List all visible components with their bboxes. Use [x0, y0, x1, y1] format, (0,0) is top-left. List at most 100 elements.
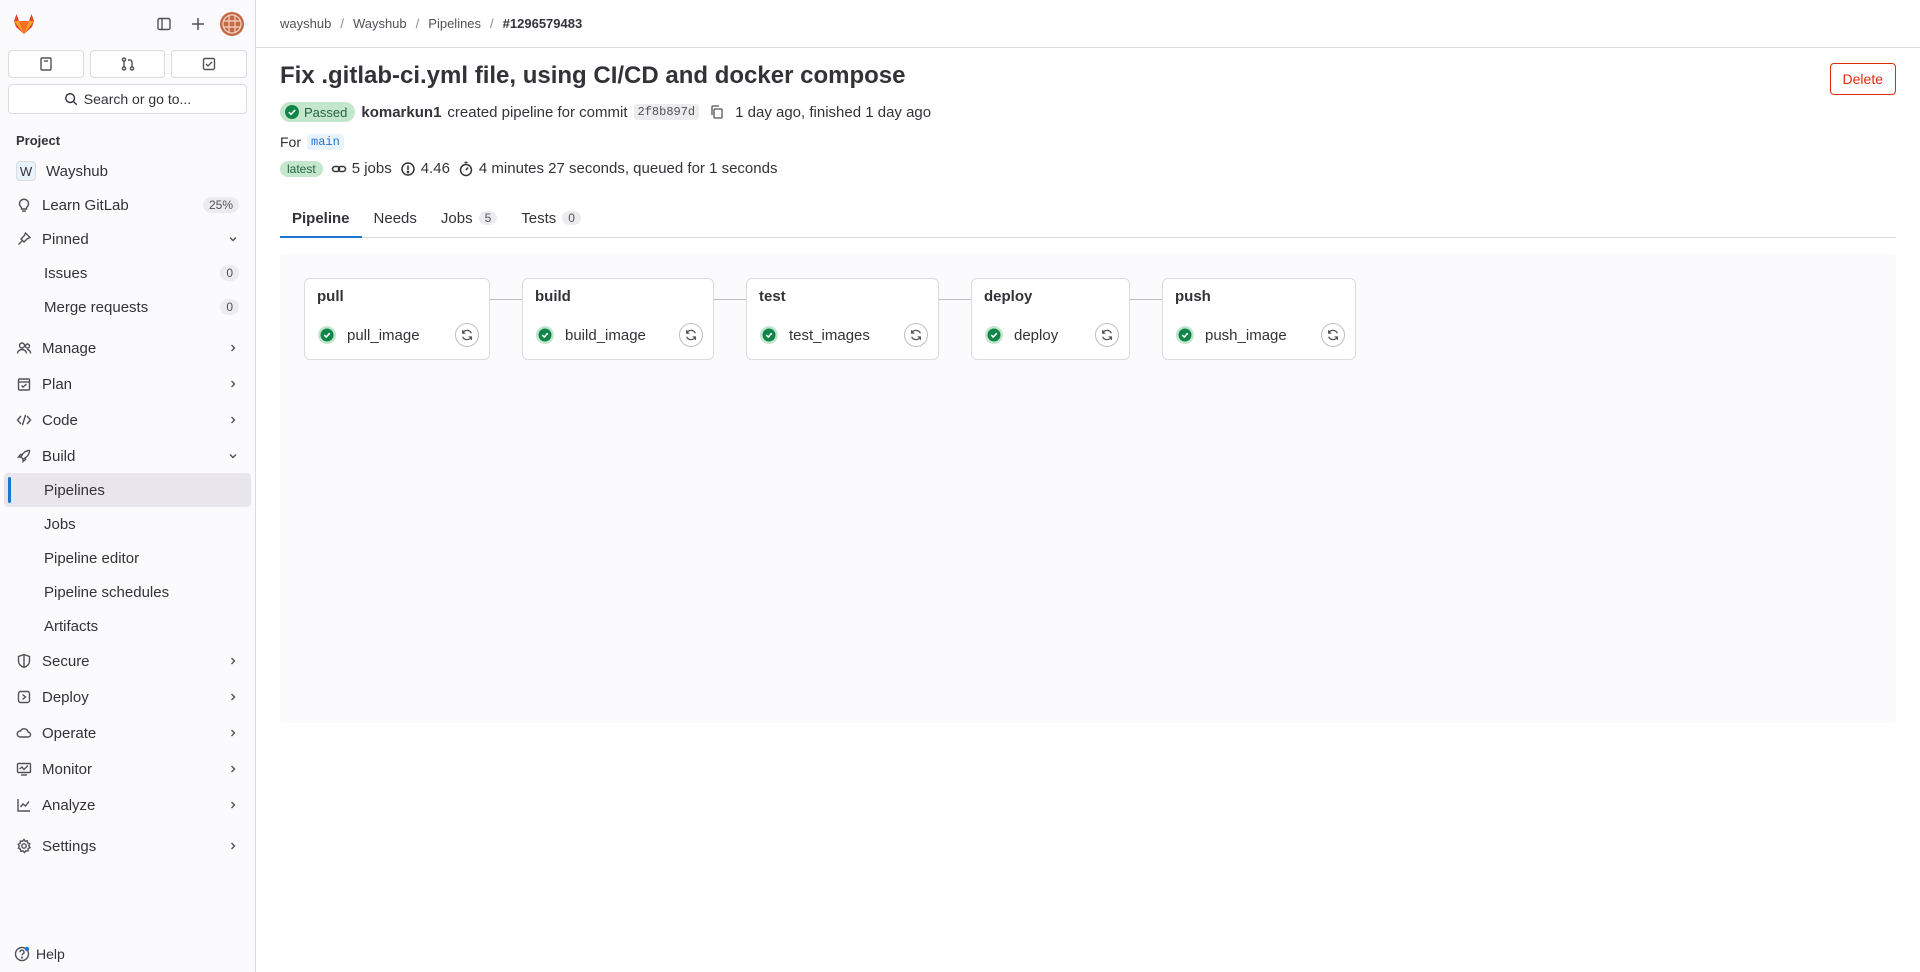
sidebar-item-label: Learn GitLab	[42, 196, 129, 214]
breadcrumb-pipelines[interactable]: Pipelines	[428, 16, 481, 31]
breadcrumb: wayshub / Wayshub / Pipelines / #1296579…	[256, 0, 1920, 48]
user-avatar[interactable]	[217, 9, 247, 39]
status-success-icon	[985, 326, 1003, 344]
compute-icon	[400, 161, 415, 176]
cloud-gear-icon	[16, 725, 32, 741]
retry-button[interactable]	[455, 323, 479, 347]
breadcrumb-project[interactable]: Wayshub	[353, 16, 407, 31]
commit-sha[interactable]: 2f8b897d	[633, 104, 700, 120]
stage-card: deploy deploy	[971, 278, 1130, 360]
issues-icon	[40, 57, 52, 71]
job-item[interactable]: test_images	[759, 323, 928, 347]
sidebar-item-wayshub[interactable]: W Wayshub	[4, 154, 251, 188]
sidebar-item-label: Build	[42, 447, 76, 465]
retry-icon	[1102, 329, 1112, 341]
sidebar: Search or go to... Project W Wayshub Lea…	[0, 0, 256, 972]
tab-label: Pipeline	[292, 209, 350, 227]
monitor-icon	[16, 761, 32, 777]
chart-icon	[16, 797, 32, 813]
sidebar-item-issues[interactable]: Issues 0	[4, 256, 251, 290]
tab-needs[interactable]: Needs	[362, 199, 429, 237]
sidebar-item-secure[interactable]: Secure	[4, 644, 251, 678]
sidebar-item-label: Issues	[44, 264, 88, 282]
sidebar-item-build[interactable]: Build	[4, 439, 251, 473]
todos-button[interactable]	[171, 50, 248, 78]
sidebar-item-pinned[interactable]: Pinned	[4, 222, 251, 256]
help-button[interactable]: Help	[14, 946, 65, 962]
jobs-count: 5 jobs	[351, 160, 392, 177]
chevron-right-icon	[231, 801, 236, 809]
sidebar-item-label: Plan	[42, 375, 73, 393]
author-link[interactable]: komarkun1	[361, 104, 441, 121]
breadcrumb-group[interactable]: wayshub	[280, 16, 331, 31]
sidebar-item-merge-requests[interactable]: Merge requests 0	[4, 290, 251, 324]
job-item[interactable]: push_image	[1175, 323, 1345, 347]
sidebar-item-label: Artifacts	[44, 617, 99, 635]
tab-jobs[interactable]: Jobs 5	[429, 199, 509, 237]
sidebar-item-monitor[interactable]: Monitor	[4, 752, 251, 786]
job-item[interactable]: deploy	[984, 323, 1119, 347]
sidebar-item-label: Secure	[42, 652, 90, 670]
sidebar-item-learn-gitlab[interactable]: Learn GitLab 25%	[4, 188, 251, 222]
retry-button[interactable]	[904, 323, 928, 347]
tab-label: Needs	[373, 209, 417, 227]
gitlab-logo-icon[interactable]	[12, 12, 36, 36]
search-button[interactable]: Search or go to...	[8, 84, 247, 114]
stage-name: test	[759, 288, 786, 305]
retry-button[interactable]	[679, 323, 703, 347]
pipeline-meta: Passed komarkun1 created pipeline for co…	[280, 102, 1896, 122]
tab-count: 5	[478, 211, 498, 225]
job-name: pull_image	[347, 326, 420, 344]
status-label: Passed	[304, 104, 348, 120]
sidebar-item-label: Settings	[42, 837, 97, 855]
sidebar-item-plan[interactable]: Plan	[4, 367, 251, 401]
duration-stat: 4 minutes 27 seconds, queued for 1 secon…	[458, 160, 777, 177]
sidebar-item-settings[interactable]: Settings	[4, 829, 251, 863]
sidebar-item-jobs[interactable]: Jobs	[4, 507, 251, 541]
sidebar-item-manage[interactable]: Manage	[4, 331, 251, 365]
stage-card: push push_image	[1162, 278, 1356, 360]
pipeline-stats: latest 5 jobs 4.46 4 minutes 27 seconds,…	[280, 160, 1896, 177]
users-icon	[16, 340, 32, 356]
search-icon	[64, 93, 77, 106]
sidebar-item-pipeline-schedules[interactable]: Pipeline schedules	[4, 575, 251, 609]
sidebar-item-artifacts[interactable]: Artifacts	[4, 609, 251, 643]
tab-tests[interactable]: Tests 0	[509, 199, 593, 237]
sidebar-section-title: Project	[16, 133, 61, 148]
retry-button[interactable]	[1095, 323, 1119, 347]
assigned-issues-button[interactable]	[8, 50, 84, 78]
sidebar-item-operate[interactable]: Operate	[4, 716, 251, 750]
status-success-icon	[318, 326, 336, 344]
sidebar-item-deploy[interactable]: Deploy	[4, 680, 251, 714]
project-avatar: W	[16, 161, 36, 181]
branch-ref[interactable]: main	[307, 134, 344, 150]
sidebar-item-label: Jobs	[44, 515, 76, 533]
stage-name: build	[535, 288, 571, 305]
jobs-stat: 5 jobs	[331, 160, 392, 177]
sidebar-item-pipelines[interactable]: Pipelines	[4, 473, 251, 507]
chevron-right-icon	[231, 842, 236, 850]
copy-icon[interactable]	[709, 104, 725, 120]
status-badge[interactable]: Passed	[280, 102, 356, 122]
merge-requests-button[interactable]	[89, 50, 166, 78]
job-item[interactable]: pull_image	[317, 323, 479, 347]
breadcrumb-separator: /	[340, 16, 344, 31]
job-item[interactable]: build_image	[535, 323, 703, 347]
sidebar-item-pipeline-editor[interactable]: Pipeline editor	[4, 541, 251, 575]
count-badge: 0	[220, 299, 239, 315]
create-new-icon[interactable]	[183, 9, 213, 39]
retry-button[interactable]	[1321, 323, 1345, 347]
stage-name: deploy	[984, 288, 1033, 305]
sidebar-toggle-icon[interactable]	[149, 9, 179, 39]
tab-pipeline[interactable]: Pipeline	[280, 199, 362, 238]
pipeline-graph: pull pull_image build build_image test t…	[280, 254, 1896, 723]
delete-button[interactable]: Delete	[1829, 63, 1896, 95]
stage-name: pull	[317, 288, 344, 305]
tab-label: Jobs	[440, 209, 473, 227]
stage-connector	[939, 299, 971, 300]
chevron-right-icon	[231, 693, 236, 701]
sidebar-item-analyze[interactable]: Analyze	[4, 788, 251, 822]
sidebar-item-code[interactable]: Code	[4, 403, 251, 437]
breadcrumb-current[interactable]: #1296579483	[503, 16, 583, 31]
status-success-icon	[760, 326, 778, 344]
